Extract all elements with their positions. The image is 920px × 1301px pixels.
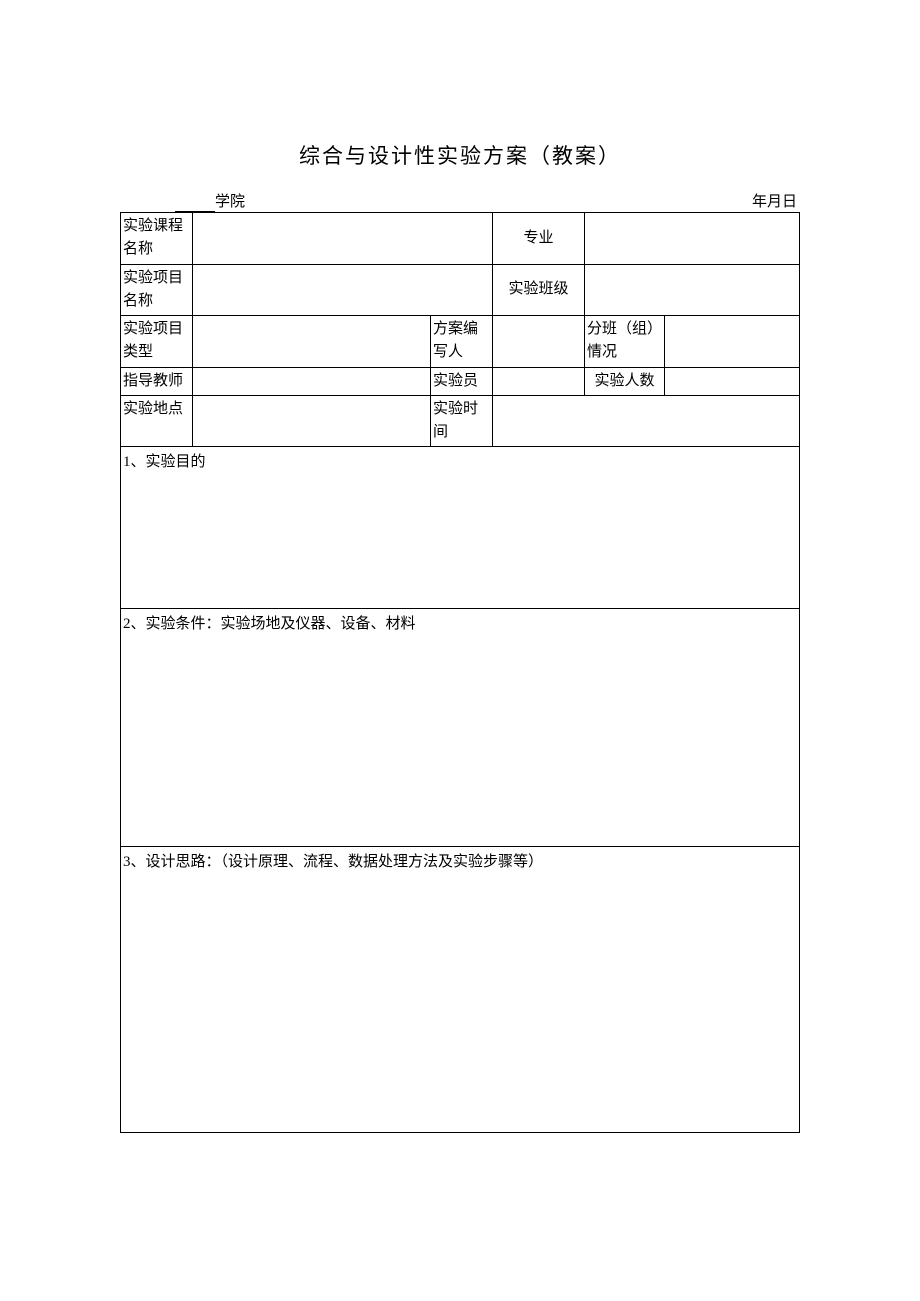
value-location[interactable]	[193, 395, 431, 447]
label-time: 实验时间	[431, 395, 493, 447]
value-instructor[interactable]	[193, 367, 431, 395]
table-row: 实验项目类型 方案编写人 分班（组）情况	[121, 316, 800, 368]
value-grouping[interactable]	[665, 316, 800, 368]
value-major[interactable]	[585, 213, 800, 265]
table-row: 实验项目名称 实验班级	[121, 264, 800, 316]
table-row: 2、实验条件：实验场地及仪器、设备、材料	[121, 609, 800, 847]
section-design[interactable]: 3、设计思路：（设计原理、流程、数据处理方法及实验步骤等）	[121, 847, 800, 1133]
value-headcount[interactable]	[665, 367, 800, 395]
label-author: 方案编写人	[431, 316, 493, 368]
table-row: 1、实验目的	[121, 447, 800, 609]
label-headcount: 实验人数	[585, 367, 665, 395]
value-class[interactable]	[585, 264, 800, 316]
value-project-type[interactable]	[193, 316, 431, 368]
table-row: 指导教师 实验员 实验人数	[121, 367, 800, 395]
table-row: 实验课程名称 专业	[121, 213, 800, 265]
header-row: 学院 年月日	[120, 190, 800, 212]
label-major: 专业	[493, 213, 585, 265]
label-class: 实验班级	[493, 264, 585, 316]
date-label: 年月日	[752, 190, 797, 212]
value-experimenter[interactable]	[493, 367, 585, 395]
label-project-name: 实验项目名称	[121, 264, 193, 316]
label-instructor: 指导教师	[121, 367, 193, 395]
section-conditions[interactable]: 2、实验条件：实验场地及仪器、设备、材料	[121, 609, 800, 847]
value-project-name[interactable]	[193, 264, 493, 316]
value-time[interactable]	[493, 395, 800, 447]
table-row: 实验地点 实验时间	[121, 395, 800, 447]
label-grouping: 分班（组）情况	[585, 316, 665, 368]
college-label: 学院	[175, 190, 245, 212]
section-purpose[interactable]: 1、实验目的	[121, 447, 800, 609]
form-table: 实验课程名称 专业 实验项目名称 实验班级 实验项目类型 方案编写人 分班（组）…	[120, 212, 800, 1133]
table-row: 3、设计思路：（设计原理、流程、数据处理方法及实验步骤等）	[121, 847, 800, 1133]
label-project-type: 实验项目类型	[121, 316, 193, 368]
value-author[interactable]	[493, 316, 585, 368]
value-course-name[interactable]	[193, 213, 493, 265]
label-course-name: 实验课程名称	[121, 213, 193, 265]
label-location: 实验地点	[121, 395, 193, 447]
label-experimenter: 实验员	[431, 367, 493, 395]
page-title: 综合与设计性实验方案（教案）	[120, 140, 800, 170]
